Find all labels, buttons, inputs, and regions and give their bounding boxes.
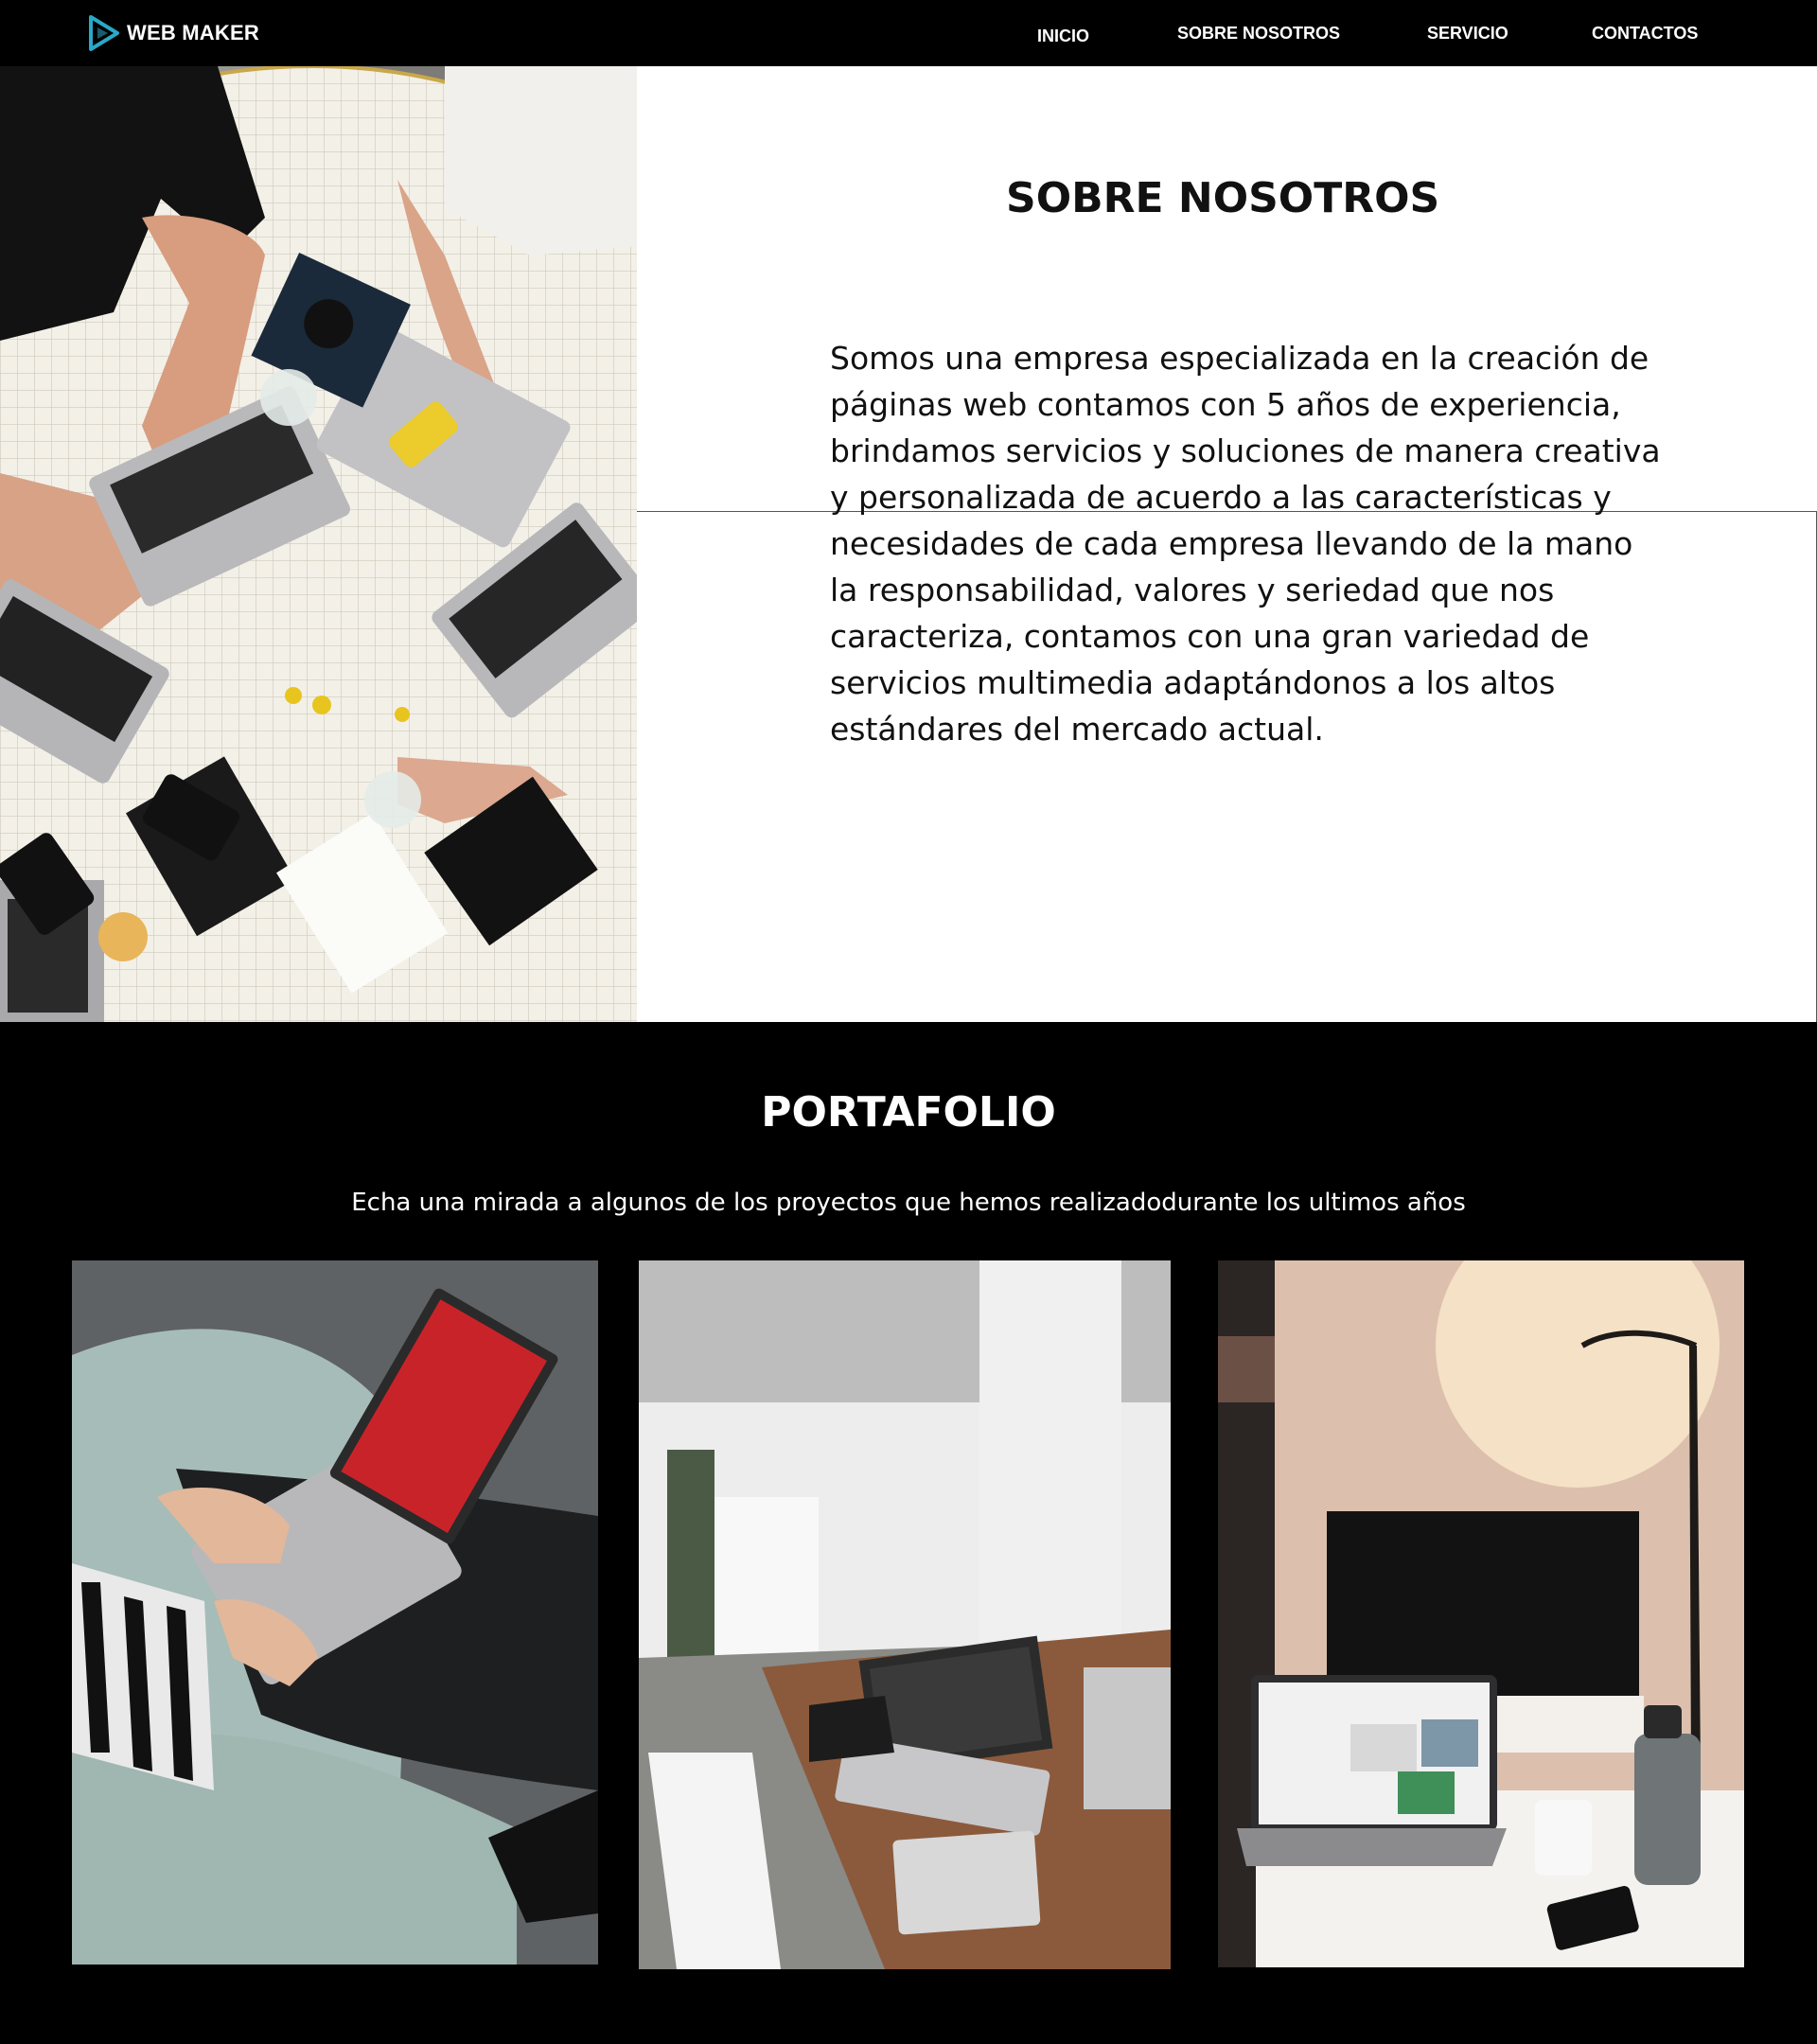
portfolio-image-home-office[interactable]: [1218, 1260, 1744, 1967]
nav-link-sobre-nosotros[interactable]: SOBRE NOSOTROS: [1177, 24, 1340, 44]
about-title: SOBRE NOSOTROS: [1006, 174, 1440, 222]
about-description: Somos una empresa especializada en la cr…: [830, 340, 1661, 748]
about-section: SOBRE NOSOTROS Somos una empresa especia…: [0, 66, 1817, 1022]
portfolio-title: PORTAFOLIO: [761, 1088, 1056, 1137]
main-nav: INICIO SOBRE NOSOTROS SERVICIO CONTACTOS: [0, 0, 1817, 66]
nav-link-inicio[interactable]: INICIO: [1037, 26, 1089, 46]
nav-link-servicio[interactable]: SERVICIO: [1427, 24, 1508, 44]
nav-link-contactos[interactable]: CONTACTOS: [1592, 24, 1698, 44]
team-meeting-photo: [0, 66, 637, 1022]
portfolio-section: PORTAFOLIO Echa una mirada a algunos de …: [0, 1022, 1817, 2044]
portfolio-image-laptop-lap[interactable]: [72, 1260, 598, 1965]
portfolio-image-office-desk[interactable]: [639, 1260, 1171, 1969]
navbar: WEB MAKER INICIO SOBRE NOSOTROS SERVICIO…: [0, 0, 1817, 66]
portfolio-subtitle: Echa una mirada a algunos de los proyect…: [351, 1189, 1466, 1217]
